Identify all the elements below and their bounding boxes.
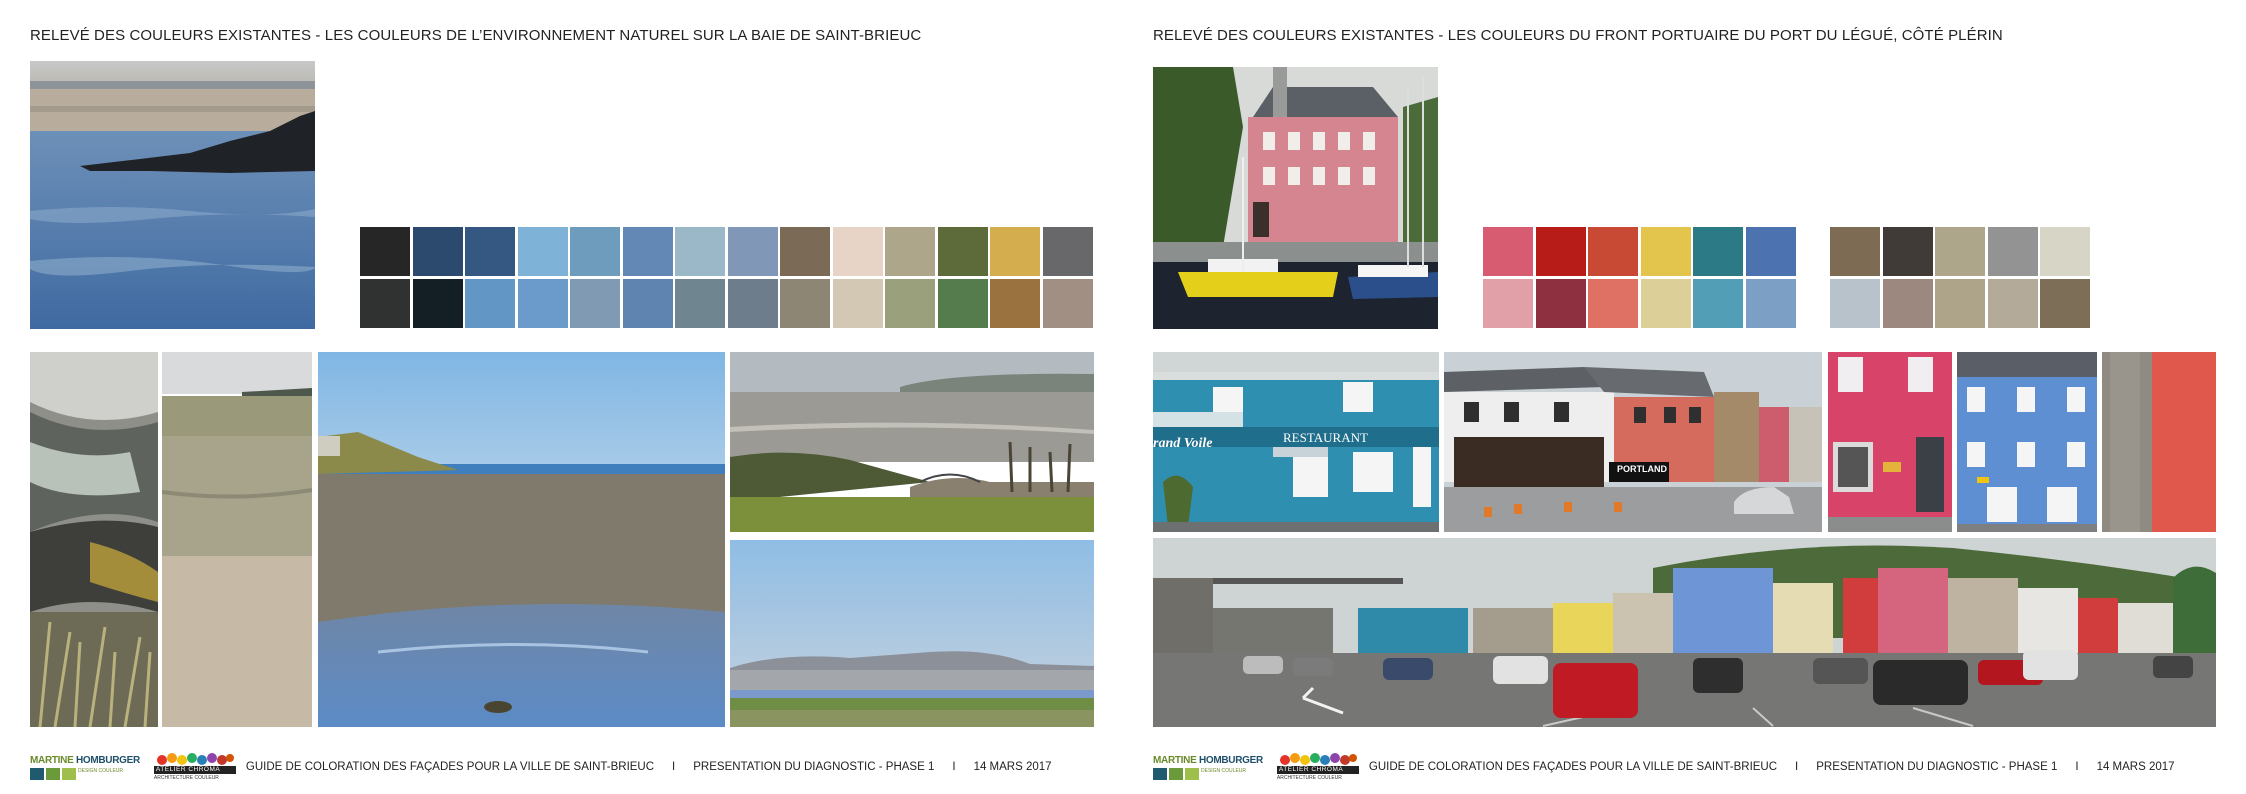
low-tide-shore-photo [318,352,725,727]
harbour-material-colour-swatch [2040,279,2090,328]
nature-colour-swatch [622,227,673,276]
phase-label: PRESENTATION DU DIAGNOSTIC - PHASE 1 [1816,761,2058,773]
martine-homburger-logo: MARTINE HOMBURGER DESIGN COULEUR [30,755,140,780]
nature-colour-swatch [727,227,778,276]
bay-rocks-photo [30,61,315,329]
harbour-material-colour-swatch [1882,279,1933,328]
nature-colour-swatch [1042,227,1093,276]
nature-colour-swatch [885,279,935,328]
left-panel-title: RELEVÉ DES COULEURS EXISTANTES - LES COU… [30,27,922,44]
red-wall-stone-photo [2102,352,2216,532]
guide-label: GUIDE DE COLORATION DES FAÇADES POUR LA … [245,761,655,773]
harbour-facade-colour-swatch [1535,227,1586,276]
harbour-facade-colour-swatch [1588,279,1638,328]
nature-colour-swatch [465,227,515,276]
portland-sign-text: PORTLAND [1617,464,1667,474]
atelier-chroma-logo: ATELIER CHROMA ARCHITECTURE COULEUR [153,752,236,782]
separator: I [952,761,956,773]
harbour-facade-colour-swatch [1483,227,1533,276]
nature-colour-swatch [412,279,463,328]
pink-facade-photo [1828,352,1952,532]
harbour-material-colour-swatch [1987,279,2038,328]
phase-label: PRESENTATION DU DIAGNOSTIC - PHASE 1 [693,761,935,773]
nature-colour-swatch [990,227,1040,276]
harbour-facade-colour-swatch [1588,227,1638,276]
nature-colour-swatch [360,227,410,276]
harbour-facade-colour-swatch [1640,227,1691,276]
date-label: 14 MARS 2017 [973,761,1052,773]
harbour-facade-colour-swatch [1693,279,1743,328]
nature-colour-swatch [675,227,725,276]
separator: I [672,761,676,773]
harbour-facade-colour-swatch [1483,279,1533,328]
nature-colour-swatch [465,279,515,328]
grand-voile-sign-text: rand Voile [1153,436,1213,451]
nature-colour-swatch [885,227,935,276]
blue-restaurant-facade-photo: RESTAURANT rand Voile [1153,352,1439,532]
harbour-material-colour-swatch [1935,227,1985,276]
nature-colour-swatch [622,279,673,328]
nature-colour-swatch [937,279,988,328]
colourful-street-facades-photo: PORTLAND [1444,352,1822,532]
atelier-chroma-logo: ATELIER CHROMA ARCHITECTURE COULEUR [1276,752,1359,782]
nature-colour-swatch [937,227,988,276]
left-footer: MARTINE HOMBURGER DESIGN COULEUR ATELIER… [30,752,1052,782]
nature-colour-swatch [990,279,1040,328]
nature-colour-swatch [517,279,568,328]
date-label: 14 MARS 2017 [2096,761,2175,773]
guide-label: GUIDE DE COLORATION DES FAÇADES POUR LA … [1368,761,1778,773]
nature-colour-swatch [780,279,830,328]
right-panel-title: RELEVÉ DES COULEURS EXISTANTES - LES COU… [1153,27,2003,44]
nature-colour-swatch [570,227,620,276]
nature-colour-swatch [832,227,883,276]
harbour-material-colour-swatch [1987,227,2038,276]
beach-sand-photo [162,352,312,727]
harbour-material-colour-swatch [1830,279,1880,328]
port-panorama-photo [1153,538,2216,727]
harbour-facade-colour-swatch [1640,279,1691,328]
separator: I [2075,761,2079,773]
harbour-facade-colour-swatch [1535,279,1586,328]
harbour-facade-colour-swatch [1745,279,1796,328]
harbour-material-colour-swatch [1830,227,1880,276]
nature-colour-swatch [517,227,568,276]
estuary-trees-photo [730,352,1094,532]
right-footer: MARTINE HOMBURGER DESIGN COULEUR ATELIER… [1153,752,2175,782]
nature-colour-swatch [1042,279,1093,328]
restaurant-sign-text: RESTAURANT [1283,430,1368,445]
separator: I [1795,761,1799,773]
harbour-material-colour-swatch [1882,227,1933,276]
harbour-facade-colour-swatch [1745,227,1796,276]
pink-house-harbour-photo [1153,67,1438,329]
martine-homburger-logo: MARTINE HOMBURGER DESIGN COULEUR [1153,755,1263,780]
nature-colour-swatch [832,279,883,328]
harbour-facade-colour-swatch [1693,227,1743,276]
nature-colour-swatch [360,279,410,328]
nature-colour-swatch [412,227,463,276]
nature-colour-swatch [570,279,620,328]
harbour-material-colour-swatch [1935,279,1985,328]
blue-post-office-facade-photo [1957,352,2097,532]
nature-colour-swatch [727,279,778,328]
rock-grass-photo [30,352,158,727]
nature-colour-swatch [675,279,725,328]
nature-colour-swatch [780,227,830,276]
harbour-material-colour-swatch [2040,227,2090,276]
coastal-town-distance-photo [730,540,1094,727]
